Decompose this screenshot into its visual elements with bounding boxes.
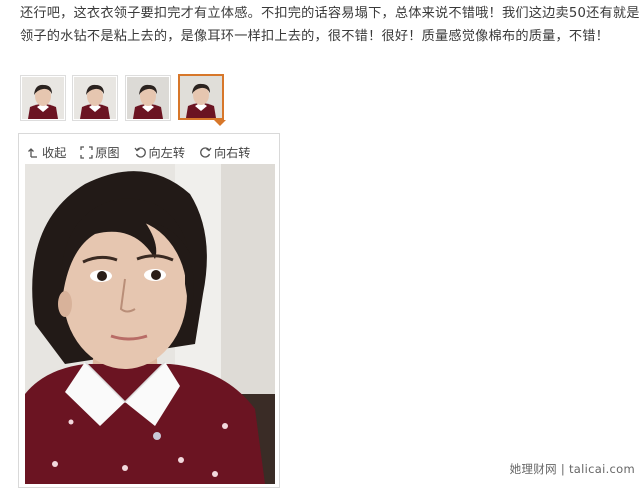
- thumbnail-photo: [127, 77, 169, 119]
- thumbnail-photo: [22, 77, 64, 119]
- selected-indicator-arrow: [214, 120, 226, 126]
- original-image-label: 原图: [95, 146, 120, 160]
- rotate-right-icon: [199, 146, 212, 159]
- rotate-right-label: 向右转: [213, 146, 251, 160]
- thumbnail-1[interactable]: [20, 75, 66, 121]
- image-viewer: 收起 原图 向左转 向右转: [18, 133, 280, 488]
- expand-icon: [80, 145, 93, 159]
- thumbnail-photo: [180, 76, 222, 118]
- rotate-left-button[interactable]: 向左转: [133, 143, 186, 161]
- collapse-button[interactable]: 收起: [27, 143, 66, 161]
- rotate-left-icon: [133, 146, 147, 159]
- rotate-right-button[interactable]: 向右转: [199, 143, 251, 161]
- review-text: 还行吧，这衣衣领子要扣完才有立体感。不扣完的话容易塌下，总体来说不错哦！我们这边…: [20, 6, 640, 44]
- rotate-left-label: 向左转: [148, 146, 186, 160]
- thumbnail-3[interactable]: [125, 75, 171, 121]
- review-photo[interactable]: [25, 164, 275, 484]
- original-image-button[interactable]: 原图: [80, 143, 120, 161]
- viewer-toolbar: 收起 原图 向左转 向右转: [27, 143, 261, 161]
- thumbnail-4-selected[interactable]: [178, 74, 224, 120]
- collapse-label: 收起: [42, 146, 67, 160]
- thumbnail-2[interactable]: [72, 75, 118, 121]
- thumbnail-photo: [74, 77, 116, 119]
- portrait-image: [25, 164, 275, 484]
- collapse-icon: [27, 146, 40, 159]
- watermark: 她理财网 | talicai.com: [509, 462, 635, 476]
